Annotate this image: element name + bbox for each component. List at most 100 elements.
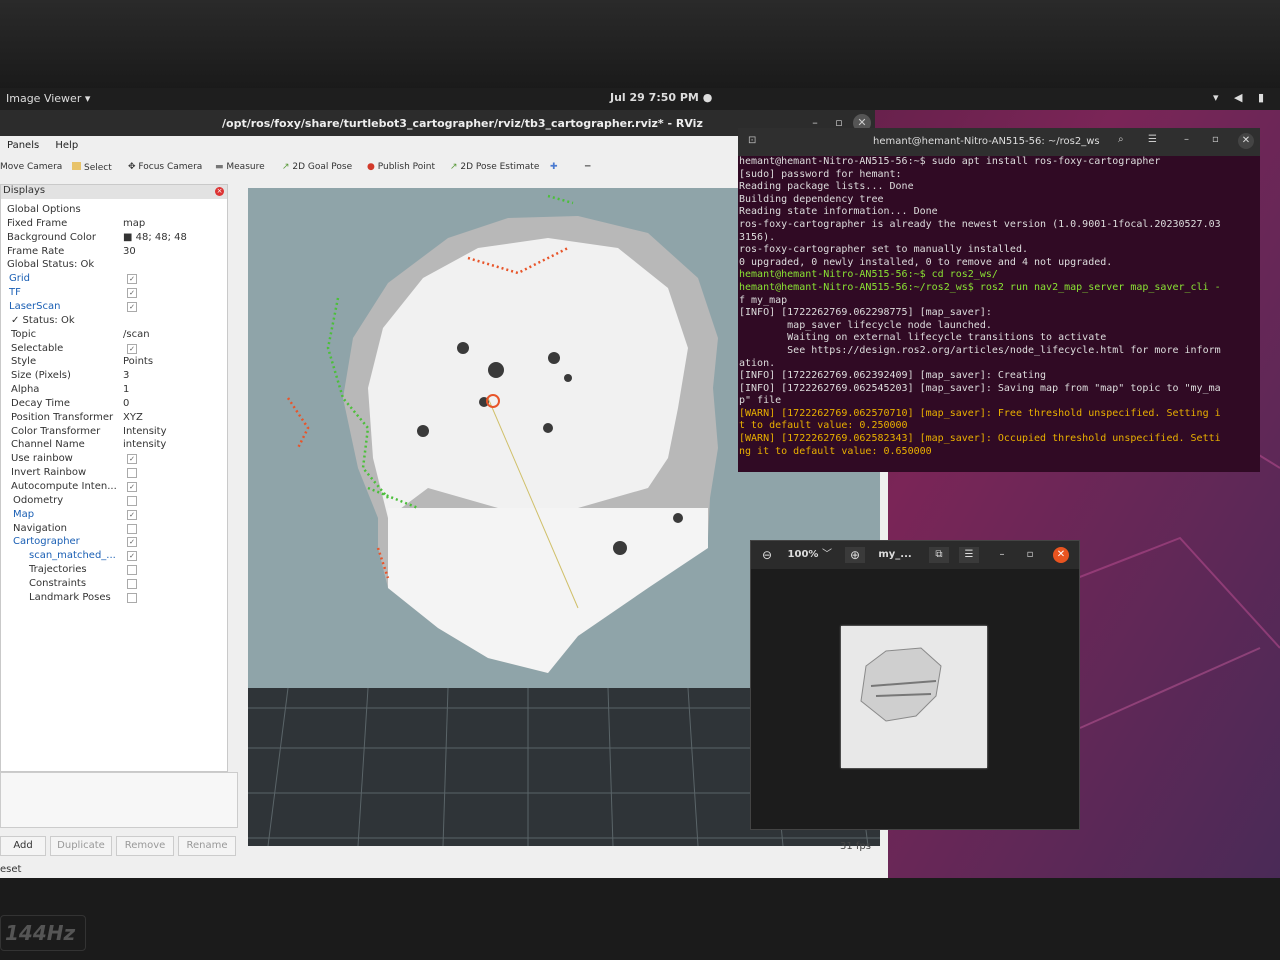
display-row[interactable]: Background Color ■ 48; 48; 48: [1, 231, 227, 245]
maximize-icon[interactable]: ▫: [1212, 134, 1219, 145]
new-tab-icon[interactable]: ⊡: [748, 135, 756, 146]
close-icon[interactable]: ✕: [1238, 133, 1254, 149]
display-row-value[interactable]: intensity: [123, 439, 166, 450]
close-icon[interactable]: ✕: [1053, 547, 1069, 563]
display-row-checkbox[interactable]: [127, 523, 137, 534]
display-row-value[interactable]: 30: [123, 246, 136, 257]
display-row-value[interactable]: 0: [123, 398, 129, 409]
search-icon[interactable]: ⌕: [1118, 134, 1124, 145]
gallery-icon[interactable]: ⧉: [929, 547, 949, 563]
display-row-label: Alpha: [11, 384, 40, 396]
add-display-button[interactable]: Add: [0, 836, 46, 856]
display-row[interactable]: Global Options: [1, 203, 227, 217]
display-row-checkbox[interactable]: [127, 592, 137, 603]
zoom-level[interactable]: 100%: [783, 547, 823, 563]
display-row[interactable]: Topic/scan: [1, 328, 227, 342]
zoom-out-icon[interactable]: ⊖: [757, 547, 777, 563]
chevron-down-icon[interactable]: ﹀: [821, 547, 833, 563]
display-row-value[interactable]: Intensity: [123, 426, 167, 437]
display-row[interactable]: Alpha 1: [1, 383, 227, 397]
display-row[interactable]: Navigation: [1, 522, 227, 536]
display-row[interactable]: Frame Rate 30: [1, 245, 227, 259]
tool-move-camera[interactable]: Move Camera: [0, 162, 62, 172]
display-row[interactable]: LaserScan ✓: [1, 300, 227, 314]
reset-button[interactable]: eset: [0, 864, 21, 875]
display-row-checkbox[interactable]: ✓: [127, 301, 137, 312]
display-row[interactable]: Odometry: [1, 494, 227, 508]
display-row-checkbox[interactable]: ✓: [127, 454, 137, 465]
display-row[interactable]: Landmark Poses: [1, 591, 227, 605]
display-row[interactable]: Global Status: Ok: [1, 258, 227, 272]
menu-help[interactable]: Help: [55, 140, 78, 151]
display-row[interactable]: Position Transformer XYZ: [1, 411, 227, 425]
display-row-checkbox[interactable]: [127, 565, 137, 576]
terminal-line: Waiting on external lifecycle transition…: [739, 332, 1107, 344]
minimize-icon[interactable]: –: [995, 547, 1009, 563]
display-row[interactable]: Invert Rainbow: [1, 466, 227, 480]
display-row[interactable]: Map ✓: [1, 508, 227, 522]
tool-2d-goal-pose[interactable]: ↗ 2D Goal Pose: [282, 162, 352, 172]
menu-panels[interactable]: Panels: [7, 140, 39, 151]
display-row-checkbox[interactable]: ✓: [127, 551, 137, 562]
terminal-line: hemant@hemant-Nitro-AN515-56:~$ sudo apt…: [739, 156, 1161, 167]
minimize-icon[interactable]: –: [1184, 134, 1189, 145]
tool-measure[interactable]: ▬ Measure: [215, 162, 265, 172]
display-row-checkbox[interactable]: [127, 495, 137, 506]
active-app-menu[interactable]: Image Viewer ▾: [6, 92, 90, 105]
display-row-value[interactable]: 3: [123, 370, 129, 381]
display-row[interactable]: Use rainbow ✓: [1, 452, 227, 466]
display-row-label: Use rainbow: [11, 453, 73, 465]
maximize-icon[interactable]: ▫: [1023, 547, 1037, 563]
display-row-value[interactable]: ■ 48; 48; 48: [123, 232, 187, 243]
display-row[interactable]: Style Points: [1, 355, 227, 369]
tool-select[interactable]: Select: [72, 162, 112, 173]
clock[interactable]: Jul 29 7:50 PM ●: [610, 91, 712, 104]
close-panel-icon[interactable]: ×: [215, 187, 224, 196]
display-row[interactable]: Selectable ✓: [1, 342, 227, 356]
terminal-line: ros-foxy-cartographer is already the new…: [739, 218, 1221, 230]
display-row-checkbox[interactable]: ✓: [127, 537, 137, 548]
display-row-value[interactable]: 1: [123, 384, 129, 395]
display-row[interactable]: Channel Name intensity: [1, 438, 227, 452]
display-row-value[interactable]: XYZ: [123, 412, 143, 423]
display-row[interactable]: Autocompute Inten... ✓: [1, 480, 227, 494]
tool-focus-camera[interactable]: ✥ Focus Camera: [128, 162, 202, 172]
system-tray[interactable]: ▾ ◀ ▮: [1213, 91, 1270, 104]
display-row-checkbox[interactable]: ✓: [127, 509, 137, 520]
monitor-bezel-top: [0, 0, 1280, 90]
display-row[interactable]: Constraints: [1, 577, 227, 591]
duplicate-button[interactable]: Duplicate: [50, 836, 112, 856]
remove-tool-icon[interactable]: ━: [585, 162, 590, 172]
add-tool-icon[interactable]: ✚: [550, 162, 558, 172]
terminal-output[interactable]: hemant@hemant-Nitro-AN515-56:~$ sudo apt…: [738, 156, 1260, 472]
display-row-label: TF: [9, 287, 21, 299]
display-row-value[interactable]: map: [123, 218, 145, 229]
terminal-line: ros-foxy-cartographer set to manually in…: [739, 244, 1028, 256]
display-row[interactable]: Fixed Frame map: [1, 217, 227, 231]
display-row-checkbox[interactable]: [127, 578, 137, 589]
display-row-value[interactable]: Points: [123, 356, 153, 367]
tool-2d-pose-estimate[interactable]: ↗ 2D Pose Estimate: [450, 162, 539, 172]
display-row[interactable]: TF ✓: [1, 286, 227, 300]
display-row[interactable]: Color Transformer Intensity: [1, 425, 227, 439]
display-row-checkbox[interactable]: ✓: [127, 288, 137, 299]
display-row-value[interactable]: /scan: [123, 329, 150, 340]
display-row-checkbox[interactable]: [127, 468, 137, 479]
display-row-label: Global Options: [7, 204, 81, 215]
display-row[interactable]: Size (Pixels) 3: [1, 369, 227, 383]
tool-publish-point[interactable]: ● Publish Point: [367, 162, 435, 172]
zoom-in-icon[interactable]: ⊕: [845, 547, 865, 563]
display-row-checkbox[interactable]: ✓: [127, 274, 137, 285]
rename-button[interactable]: Rename: [178, 836, 236, 856]
display-row[interactable]: Grid ✓: [1, 272, 227, 286]
remove-button[interactable]: Remove: [116, 836, 174, 856]
display-row[interactable]: Trajectories: [1, 563, 227, 577]
hamburger-menu-icon[interactable]: ☰: [1148, 134, 1157, 145]
display-row[interactable]: Cartographer ✓: [1, 535, 227, 549]
display-row-checkbox[interactable]: ✓: [127, 343, 137, 354]
hamburger-menu-icon[interactable]: ☰: [959, 547, 979, 563]
display-row[interactable]: scan_matched_... ✓: [1, 549, 227, 563]
display-row[interactable]: ✓ Status: Ok: [1, 314, 227, 328]
display-row[interactable]: Decay Time 0: [1, 397, 227, 411]
display-row-checkbox[interactable]: ✓: [127, 482, 137, 492]
